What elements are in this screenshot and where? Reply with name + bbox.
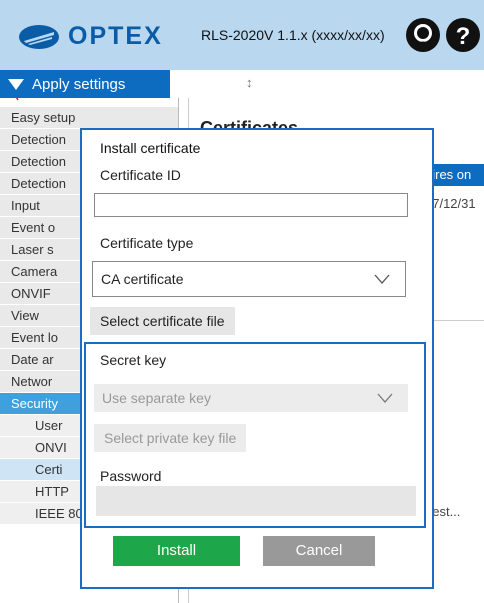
apply-settings-label: Apply settings: [32, 75, 126, 93]
chevron-down-icon: [377, 393, 393, 403]
triangle-down-icon: [8, 78, 24, 90]
cancel-button[interactable]: Cancel: [263, 536, 375, 566]
svg-text:?: ?: [456, 23, 471, 50]
secret-key-label: Secret key: [100, 352, 167, 368]
model-version: RLS-2020V 1.1.x (xxxx/xx/xx): [201, 27, 385, 43]
chevron-down-icon: [374, 274, 390, 284]
top-header: OPTEX RLS-2020V 1.1.x (xxxx/xx/xx) ?: [0, 0, 484, 70]
select-certificate-file-button[interactable]: Select certificate file: [90, 307, 235, 335]
optex-logo-mark-icon: [19, 24, 59, 49]
key-option-select[interactable]: Use separate key: [94, 384, 408, 412]
install-button[interactable]: Install: [113, 536, 240, 566]
certificate-id-label: Certificate ID: [100, 167, 181, 183]
help-icon[interactable]: ?: [445, 17, 481, 53]
password-input[interactable]: [96, 486, 416, 516]
sidebar-item-easy-setup[interactable]: Easy setup: [0, 107, 178, 129]
certificate-type-label: Certificate type: [100, 235, 194, 251]
secret-key-section: Secret key Use separate key Select priva…: [84, 342, 426, 528]
certificate-id-input[interactable]: [94, 193, 408, 217]
user-icon[interactable]: [405, 17, 441, 53]
certificate-type-value: CA certificate: [101, 271, 184, 287]
certificate-type-select[interactable]: CA certificate: [92, 261, 406, 297]
dialog-title: Install certificate: [100, 140, 201, 156]
password-label: Password: [100, 468, 162, 484]
key-option-value: Use separate key: [102, 390, 211, 406]
brand-name: OPTEX: [68, 22, 163, 50]
optex-logo: OPTEX: [18, 22, 163, 51]
resize-handle-icon[interactable]: ↕: [246, 75, 253, 90]
install-certificate-dialog: Install certificate Certificate ID Certi…: [80, 128, 434, 589]
select-private-key-file-button[interactable]: Select private key file: [94, 424, 247, 452]
apply-settings-button[interactable]: Apply settings: [0, 70, 170, 98]
